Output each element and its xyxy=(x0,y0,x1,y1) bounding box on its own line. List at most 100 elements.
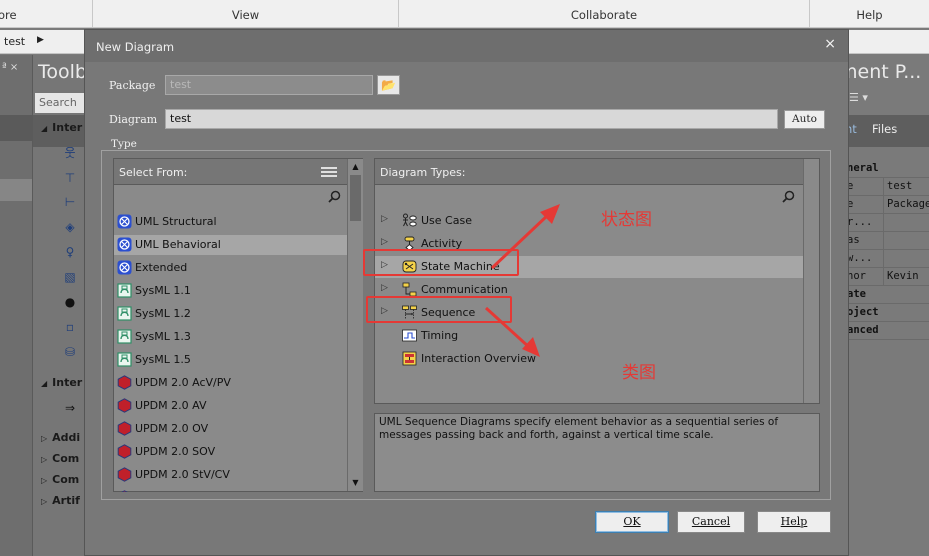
diagram-type-label: Use Case xyxy=(421,214,472,227)
property-value[interactable] xyxy=(883,250,929,268)
select-from-item[interactable]: UPDM 2.0 SOV xyxy=(114,442,347,462)
select-from-item[interactable]: UPDM 2.0 AV xyxy=(114,396,347,416)
toolbox-section-label: Com xyxy=(52,452,80,465)
toolbox-section[interactable]: ▷ Artif xyxy=(41,494,80,507)
breadcrumb-item[interactable]: test xyxy=(4,35,25,48)
property-row[interactable]: r... xyxy=(847,214,929,232)
property-row[interactable]: hor Kevin xyxy=(847,268,929,286)
toolbox-section[interactable]: ◢ Inter xyxy=(41,121,82,134)
property-row[interactable]: w... xyxy=(847,250,929,268)
diagram-type-item[interactable]: ▷ Use Case xyxy=(375,210,805,232)
folder-open-icon[interactable]: 📂 xyxy=(377,75,400,95)
close-icon[interactable]: × xyxy=(824,36,836,52)
left-dock-strip: ª × xyxy=(0,55,32,556)
select-from-item[interactable]: UPDM 2.0 AcV/PV xyxy=(114,373,347,393)
property-value[interactable]: Package xyxy=(883,196,929,214)
select-from-item-label: SysML 1.1 xyxy=(135,284,191,297)
toolbox-search-input[interactable]: Search xyxy=(35,93,85,113)
select-from-header: Select From: xyxy=(114,159,347,185)
select-from-search xyxy=(114,186,347,208)
select-from-item[interactable]: SysML 1.1 xyxy=(114,281,347,301)
select-from-item[interactable]: Extended xyxy=(114,258,347,278)
cancel-button[interactable]: Cancel xyxy=(677,511,745,533)
use-case-icon xyxy=(402,213,417,228)
menu-icon[interactable] xyxy=(321,167,337,177)
select-from-item[interactable]: SysML 1.2 xyxy=(114,304,347,324)
scroll-thumb[interactable] xyxy=(350,175,361,221)
properties-menu-icon[interactable]: ☰ ▾ xyxy=(849,91,929,115)
expand-arrow-icon[interactable]: ▷ xyxy=(381,214,388,224)
diagram-types-scrollbar[interactable] xyxy=(803,159,819,403)
expand-arrow-icon[interactable]: ▷ xyxy=(381,237,388,247)
select-from-scrollbar[interactable]: ▲ ▼ xyxy=(347,159,363,491)
menu-tab-help[interactable]: Help xyxy=(810,0,929,28)
toolbox-section[interactable]: ▷ Com xyxy=(41,473,79,486)
property-group[interactable]: anced xyxy=(847,322,929,340)
properties-title: ment P... xyxy=(839,61,922,83)
help-button[interactable]: Help xyxy=(757,511,831,533)
interface-icon[interactable]: ⊢ xyxy=(63,195,77,209)
boundary-icon[interactable]: ⊤ xyxy=(63,171,77,185)
select-from-item-label: Extended xyxy=(135,261,188,274)
toolbox-section[interactable]: ▷ Addi xyxy=(41,431,80,444)
dock-selected-band xyxy=(0,179,32,201)
property-row[interactable]: as xyxy=(847,232,929,250)
sysml-icon xyxy=(117,283,132,298)
dialog-title-bar: New Diagram × xyxy=(85,30,848,62)
property-group[interactable]: neral xyxy=(847,160,929,178)
toolbox-section[interactable]: ◢ Inter xyxy=(41,376,82,389)
toolbox-section-label: Inter xyxy=(52,121,83,134)
property-group[interactable]: oject xyxy=(847,304,929,322)
initial-node-icon[interactable]: ● xyxy=(63,295,77,309)
select-from-item[interactable]: SysML 1.3 xyxy=(114,327,347,347)
select-from-item[interactable]: SysML 1.5 xyxy=(114,350,347,370)
diagram-types-search-input[interactable] xyxy=(375,186,801,208)
annotation-state-label: 状态图 xyxy=(601,210,652,230)
property-row[interactable]: e test xyxy=(847,178,929,196)
actor-icon[interactable]: 웃 xyxy=(63,146,77,160)
menu-tab-ore[interactable]: ore xyxy=(0,0,93,28)
annotation-box-sequence xyxy=(366,296,512,323)
auto-button[interactable]: Auto xyxy=(784,110,825,129)
entity-icon[interactable]: ♀ xyxy=(63,245,77,259)
tab-files[interactable]: Files xyxy=(872,122,897,136)
toolbox-section[interactable]: ▷ Com xyxy=(41,452,79,465)
diagram-type-item[interactable]: Interaction Overview xyxy=(375,348,805,370)
select-from-search-input[interactable] xyxy=(114,186,347,208)
property-value[interactable] xyxy=(883,214,929,232)
help-button-label: Help xyxy=(780,515,808,528)
object-icon[interactable]: ▫ xyxy=(63,320,77,334)
message-arrow-icon[interactable]: ⇒ xyxy=(63,401,77,415)
diagram-type-label: Communication xyxy=(421,283,508,296)
property-group[interactable]: ate xyxy=(847,286,929,304)
select-from-item[interactable]: UPDM 2.0 OV xyxy=(114,419,347,439)
uml-icon xyxy=(117,214,132,229)
diagram-frame-icon[interactable]: ▧ xyxy=(63,270,77,284)
dock-pin-close-icon[interactable]: ª × xyxy=(0,62,32,86)
collapse-icon: ◢ xyxy=(41,124,48,133)
updm-icon xyxy=(117,398,132,413)
search-icon[interactable] xyxy=(782,190,795,203)
collapse-icon: ◢ xyxy=(41,379,48,388)
select-from-item[interactable]: UPDM 2.0 StV/CV xyxy=(114,465,347,485)
property-row[interactable]: e Package xyxy=(847,196,929,214)
property-value[interactable] xyxy=(883,232,929,250)
cancel-button-label: Cancel xyxy=(691,515,731,528)
database-icon[interactable]: ⛁ xyxy=(63,345,77,359)
ok-button[interactable]: OK xyxy=(595,511,669,533)
scroll-down-icon[interactable]: ▼ xyxy=(348,475,363,491)
search-icon[interactable] xyxy=(328,190,341,203)
menu-tab-collaborate[interactable]: Collaborate xyxy=(399,0,810,28)
select-from-item[interactable]: UML Structural xyxy=(114,212,347,232)
menu-tab-view[interactable]: View xyxy=(93,0,399,28)
control-icon[interactable]: ◈ xyxy=(63,220,77,234)
diagram-name-input[interactable]: test xyxy=(165,109,778,129)
uml-icon xyxy=(117,260,132,275)
property-value[interactable]: Kevin xyxy=(883,268,929,286)
select-from-item[interactable]: UPDM 2.0 SV/SvcV xyxy=(114,488,347,492)
expand-arrow-icon[interactable]: ▷ xyxy=(381,283,388,293)
property-value[interactable]: test xyxy=(883,178,929,196)
select-from-item[interactable]: UML Behavioral xyxy=(114,235,347,255)
diagram-type-item[interactable]: Timing xyxy=(375,325,805,347)
scroll-up-icon[interactable]: ▲ xyxy=(348,159,363,175)
